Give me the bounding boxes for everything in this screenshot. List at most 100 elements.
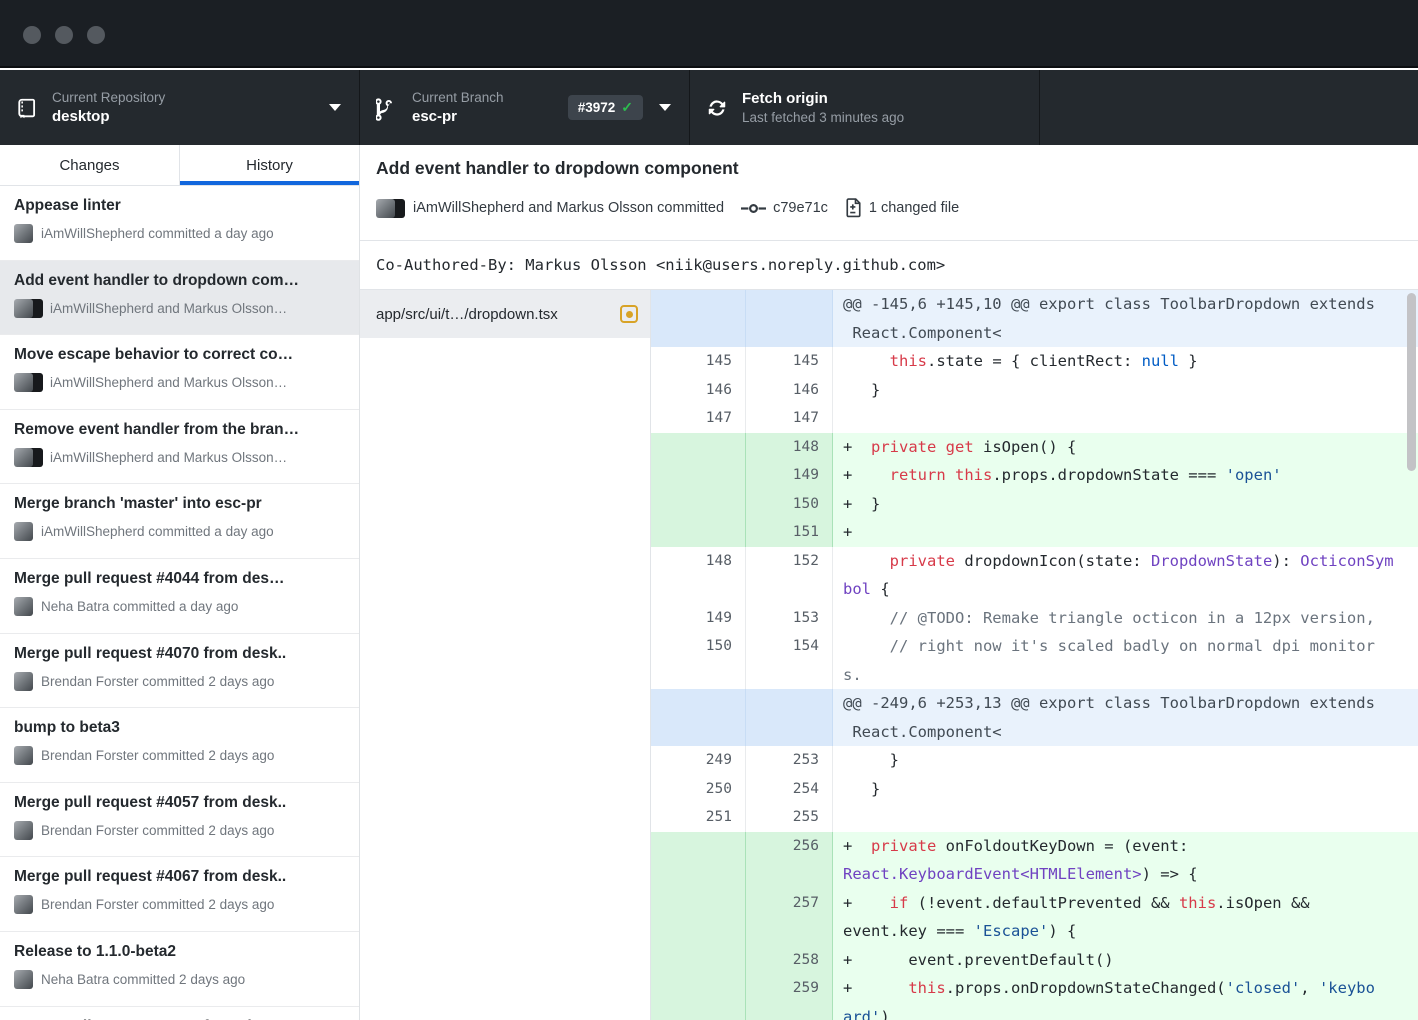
file-list-item[interactable]: app/src/ui/t…/dropdown.tsx (360, 290, 650, 338)
zoom-window-button[interactable] (87, 26, 105, 44)
old-line-number (651, 461, 746, 490)
traffic-lights (23, 26, 105, 44)
pr-number-badge: #3972 ✓ (568, 95, 643, 120)
diff-row-add: 256+ private onFoldoutKeyDown = (event:R… (651, 832, 1418, 889)
new-line-number (746, 689, 833, 746)
commit-item-meta: iAmWillShepherd and Markus Olsson… (14, 299, 345, 318)
commit-item-meta: iAmWillShepherd and Markus Olsson… (14, 373, 345, 392)
commit-item-meta: iAmWillShepherd committed a day ago (14, 522, 345, 541)
new-line-number: 145 (746, 347, 833, 376)
commit-title: Add event handler to dropdown component (376, 158, 739, 179)
diff-code: + event.preventDefault() (833, 946, 1418, 975)
old-line-number (651, 433, 746, 462)
diff-rows: @@ -145,6 +145,10 @@ export class Toolba… (651, 290, 1418, 1020)
diff-scrollbar-thumb[interactable] (1407, 293, 1416, 471)
commit-summary-header: Add event handler to dropdown component … (360, 145, 1418, 240)
file-path: app/src/ui/t…/dropdown.tsx (376, 306, 558, 323)
avatar-pair (14, 448, 42, 467)
diff-view: @@ -145,6 +145,10 @@ export class Toolba… (651, 290, 1418, 1020)
commit-list-item[interactable]: Add event handler to dropdown com… iAmWil… (0, 261, 359, 336)
diff-row-add: 149+ return this.props.dropdownState ===… (651, 461, 1418, 490)
commit-list-item[interactable]: Merge pull request #4067 from desk..Bren… (0, 857, 359, 932)
chevron-down-icon (659, 104, 671, 111)
commit-list-item[interactable]: Merge pull request #4071 from d… (0, 1007, 359, 1020)
commit-sha: c79e71c (773, 200, 828, 216)
commit-item-title: Add event handler to dropdown com… (14, 272, 345, 290)
commit-item-title: Merge pull request #4057 from desk.. (14, 794, 345, 812)
new-line-number: 148 (746, 433, 833, 462)
new-line-number: 154 (746, 632, 833, 689)
commit-byline: iAmWillShepherd and Markus Olsson commit… (413, 200, 724, 216)
tab-history[interactable]: History (179, 145, 359, 185)
diff-code (833, 803, 1418, 832)
commit-list-item[interactable]: Release to 1.1.0-beta2Neha Batra committ… (0, 932, 359, 1007)
diff-row-ctx: 148152 private dropdownIcon(state: Dropd… (651, 547, 1418, 604)
avatar (14, 522, 33, 541)
commit-list-item[interactable]: Remove event handler from the bran…iAmWi… (0, 410, 359, 485)
current-repository-value: desktop (52, 108, 165, 125)
diff-row-ctx: 150154 // right now it's scaled badly on… (651, 632, 1418, 689)
fetch-origin-label: Fetch origin (742, 90, 904, 107)
new-line-number: 153 (746, 604, 833, 633)
new-line-number: 253 (746, 746, 833, 775)
diff-row-add: 151+ (651, 518, 1418, 547)
diff-code: // @TODO: Remake triangle octicon in a 1… (833, 604, 1418, 633)
commit-item-meta: Brendan Forster committed 2 days ago (14, 746, 345, 765)
diff-row-hunk: @@ -145,6 +145,10 @@ export class Toolba… (651, 290, 1418, 347)
commit-item-meta: Brendan Forster committed 2 days ago (14, 672, 345, 691)
diff-row-ctx: 149153 // @TODO: Remake triangle octicon… (651, 604, 1418, 633)
diff-code: } (833, 376, 1418, 405)
commit-list-item[interactable]: Merge pull request #4057 from desk.. Bren… (0, 783, 359, 858)
commit-list-item[interactable]: Merge pull request #4070 from desk..Bren… (0, 634, 359, 709)
sync-icon (706, 97, 732, 119)
commit-description-text: Co-Authored-By: Markus Olsson <niik@user… (376, 256, 945, 274)
file-modified-icon (620, 305, 638, 323)
commit-item-meta: Brendan Forster committed 2 days ago (14, 821, 345, 840)
commit-item-title: Move escape behavior to correct co… (14, 346, 345, 364)
close-window-button[interactable] (23, 26, 41, 44)
commit-list-item[interactable]: Merge branch 'master' into esc-pr iAmWill… (0, 484, 359, 559)
current-branch-value: esc-pr (412, 108, 504, 125)
repo-book-icon (16, 96, 42, 120)
avatar (14, 224, 33, 243)
diff-code: + this.props.onDropdownStateChanged('clo… (833, 974, 1418, 1020)
commit-item-title: Merge branch 'master' into esc-pr (14, 495, 345, 513)
sidebar-tabs: Changes History (0, 145, 359, 186)
git-commit-icon (741, 202, 766, 215)
avatar (14, 895, 33, 914)
new-line-number: 259 (746, 974, 833, 1020)
old-line-number: 249 (651, 746, 746, 775)
avatar-pair (14, 299, 42, 318)
commit-list-item[interactable]: Merge pull request #4044 from des…Neha B… (0, 559, 359, 634)
tab-changes[interactable]: Changes (0, 145, 179, 185)
diff-row-add: 258+ event.preventDefault() (651, 946, 1418, 975)
diff-code: + } (833, 490, 1418, 519)
old-line-number: 145 (651, 347, 746, 376)
history-sidebar: Changes History Appease linteriAmWillShe… (0, 145, 360, 1020)
diff-row-ctx: 251255 (651, 803, 1418, 832)
current-branch-label: Current Branch (412, 90, 504, 105)
fetch-origin-button[interactable]: Fetch origin Last fetched 3 minutes ago (690, 70, 1040, 145)
new-line-number: 256 (746, 832, 833, 889)
commit-item-title: bump to beta3 (14, 719, 345, 737)
avatar (14, 821, 33, 840)
commit-list-item[interactable]: Appease linteriAmWillShepherd committed … (0, 186, 359, 261)
commit-list-item[interactable]: bump to beta3 Brendan Forster committed 2… (0, 708, 359, 783)
diff-code: // right now it's scaled badly on normal… (833, 632, 1418, 689)
commit-item-title: Merge pull request #4044 from des… (14, 570, 345, 588)
diff-row-hunk: @@ -249,6 +253,13 @@ export class Toolba… (651, 689, 1418, 746)
diff-row-add: 148+ private get isOpen() { (651, 433, 1418, 462)
ci-check-icon: ✓ (621, 99, 633, 116)
new-line-number (746, 290, 833, 347)
commit-description: Co-Authored-By: Markus Olsson <niik@user… (360, 240, 1418, 290)
fetch-origin-sublabel: Last fetched 3 minutes ago (742, 110, 904, 125)
toolbar-empty-area (1040, 70, 1418, 145)
current-branch-button[interactable]: Current Branch esc-pr #3972 ✓ (360, 70, 690, 145)
old-line-number (651, 490, 746, 519)
old-line-number: 251 (651, 803, 746, 832)
diff-code: this.state = { clientRect: null } (833, 347, 1418, 376)
minimize-window-button[interactable] (55, 26, 73, 44)
file-diff-icon (845, 198, 862, 218)
current-repository-button[interactable]: Current Repository desktop (0, 70, 360, 145)
commit-list-item[interactable]: Move escape behavior to correct co… iAmWi… (0, 335, 359, 410)
